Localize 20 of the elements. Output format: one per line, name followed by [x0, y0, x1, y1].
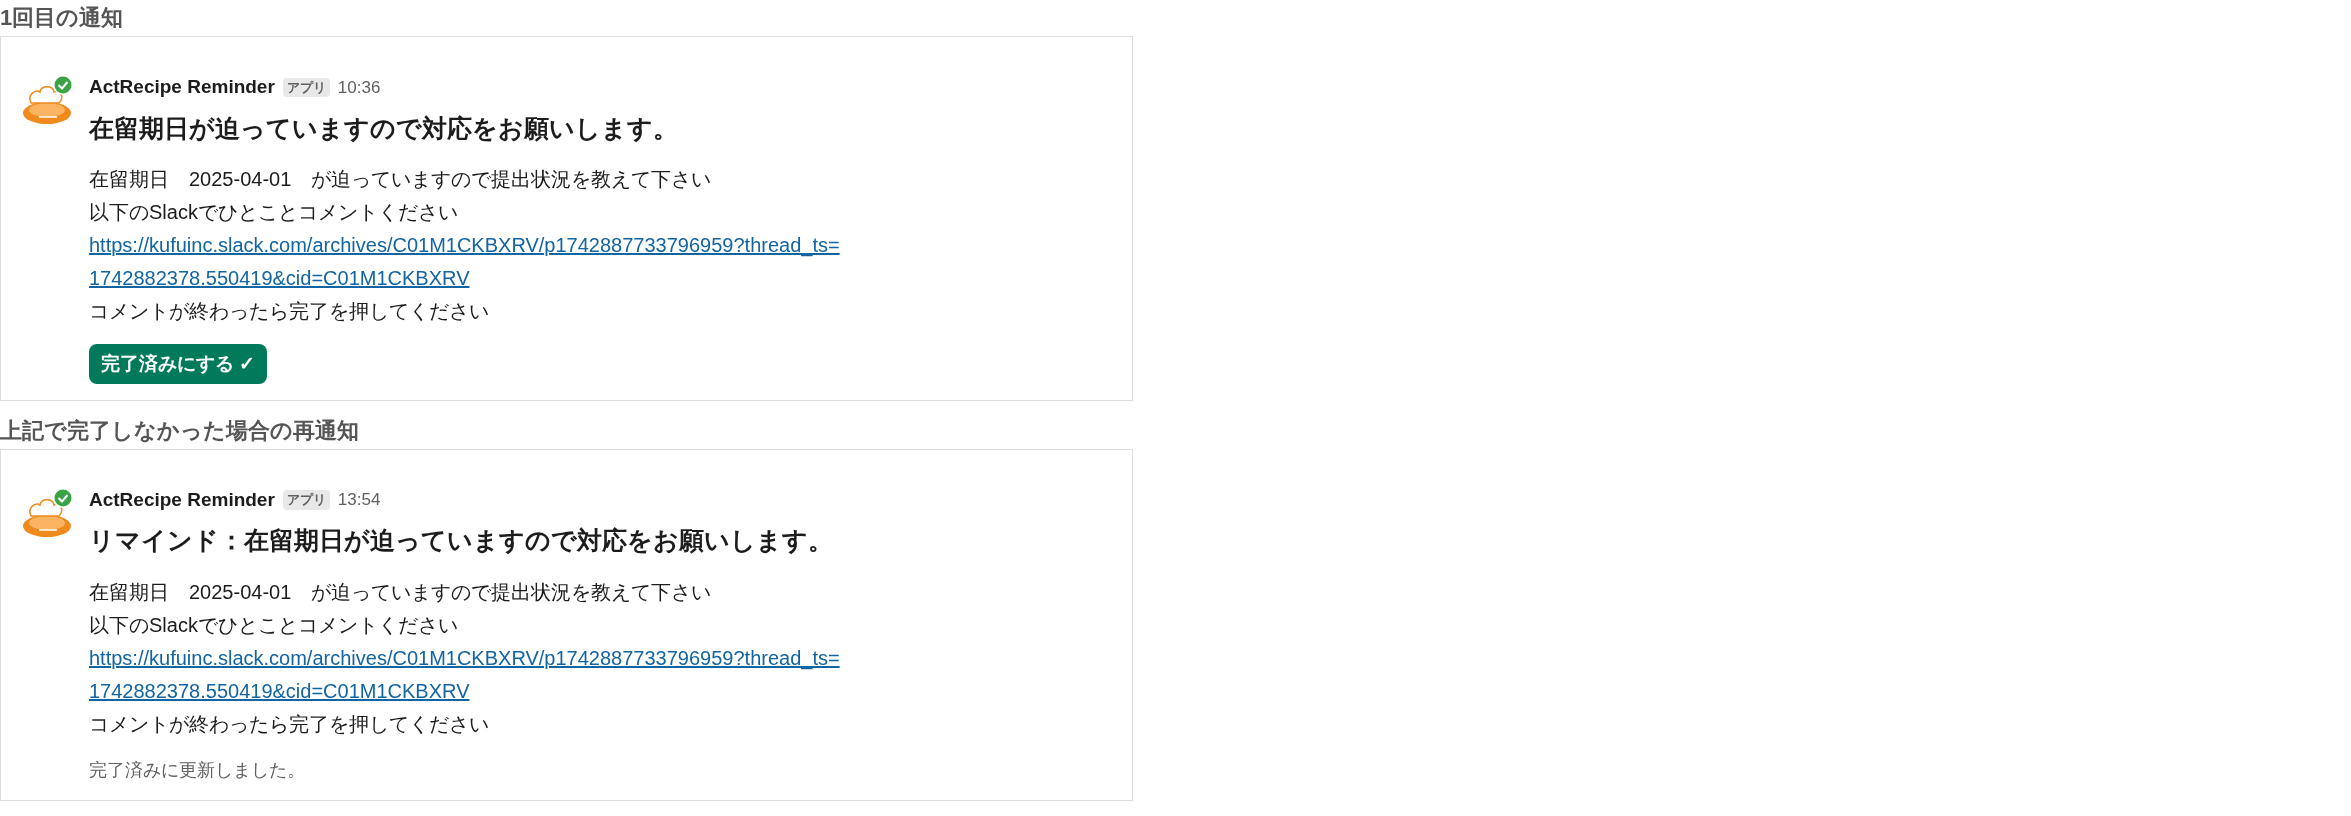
timestamp[interactable]: 13:54: [337, 487, 381, 513]
sender-name[interactable]: ActRecipe Reminder: [89, 73, 275, 102]
message-title: リマインド：在留期日が迫っていますので対応をお願いします。: [89, 525, 834, 557]
section-heading: 上記で完了しなかった場合の再通知: [0, 416, 360, 445]
timestamp[interactable]: 10:36: [337, 74, 381, 100]
body-text: コメントが終わったら完了を押してください: [89, 711, 490, 737]
status-text: 完了済みに更新しました。: [89, 758, 305, 782]
thread-link[interactable]: https://kufuinc.slack.com/archives/C01M1CKBXRV/p1742887733796959?thread_ts=1742882378.550419&cid=C01M1CKBXRV: [89, 229, 849, 295]
sender-name[interactable]: ActRecipe Reminder: [89, 485, 275, 515]
section-heading: 1回目の通知: [0, 4, 125, 32]
mark-complete-button[interactable]: 完了済みにする ✓: [89, 344, 268, 384]
body-text: 在留期日 2025-04-01 が迫っていますので提出状況を教えて下さい: [89, 579, 713, 605]
message-title: 在留期日が迫っていますので対応をお願いします。: [89, 112, 679, 144]
body-text: 在留期日 2025-04-01 が迫っていますので提出状況を教えて下さい: [89, 167, 713, 192]
thread-link[interactable]: https://kufuinc.slack.com/archives/C01M1CKBXRV/p1742887733796959?thread_ts=1742882378.550419&cid=C01M1CKBXRV: [89, 641, 849, 708]
app-label: アプリ: [282, 77, 330, 97]
app-label: アプリ: [282, 490, 330, 510]
body-text: 以下のSlackでひとことコメントください: [89, 200, 459, 225]
body-text: 以下のSlackでひとことコメントください: [89, 612, 459, 638]
body-text: コメントが終わったら完了を押してください: [89, 299, 490, 324]
